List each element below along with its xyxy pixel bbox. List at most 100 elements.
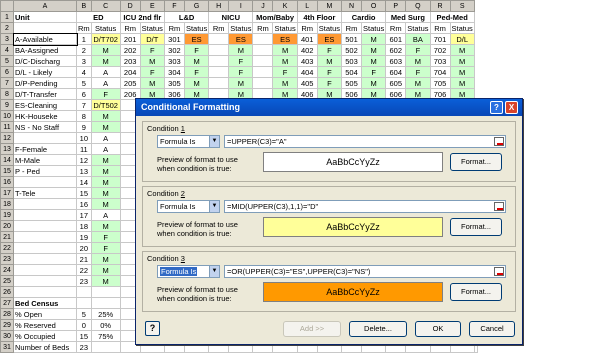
room-cell[interactable]: 504 (341, 66, 362, 78)
status-cell[interactable]: M (139, 77, 165, 89)
status-cell[interactable]: M (360, 55, 387, 67)
room-cell[interactable] (76, 286, 92, 298)
status-subheader[interactable]: Status (316, 22, 343, 34)
status-cell[interactable]: F (316, 66, 343, 78)
department-header[interactable]: ICU 2nd flr (119, 11, 165, 23)
room-cell[interactable]: 19 (76, 231, 92, 243)
cell[interactable] (13, 22, 77, 34)
column-header[interactable]: A (13, 0, 77, 12)
status-cell[interactable]: F (90, 242, 121, 254)
column-header[interactable]: E (139, 0, 165, 12)
room-cell[interactable]: 404 (296, 66, 318, 78)
status-cell[interactable]: M (90, 253, 121, 265)
status-cell[interactable]: ES (228, 33, 254, 45)
row-header[interactable]: 30 (0, 330, 14, 342)
column-header[interactable]: P (385, 0, 407, 12)
unit-label[interactable]: BA-Assigned (13, 44, 77, 56)
room-cell[interactable]: 7 (76, 99, 92, 111)
status-cell[interactable]: M (90, 220, 121, 232)
status-cell[interactable]: F (139, 66, 165, 78)
status-cell[interactable]: M (90, 264, 121, 276)
room-cell[interactable]: 604 (385, 66, 407, 78)
room-cell[interactable]: 502 (341, 44, 362, 56)
room-cell[interactable]: 20 (76, 242, 92, 254)
room-cell[interactable]: 402 (296, 44, 318, 56)
status-cell[interactable]: M (272, 77, 298, 89)
row-header[interactable]: 4 (0, 44, 14, 56)
status-cell[interactable]: A (90, 143, 121, 155)
status-cell[interactable]: F (90, 88, 121, 100)
rm-subheader[interactable]: Rm (208, 22, 230, 34)
row-header[interactable]: 24 (0, 264, 14, 276)
rm-subheader[interactable]: Rm (252, 22, 274, 34)
room-cell[interactable]: 4 (76, 66, 92, 78)
condition-2-format-button[interactable]: Format... (450, 218, 502, 236)
room-cell[interactable]: 302 (163, 44, 185, 56)
status-cell[interactable]: M (449, 44, 475, 56)
row-header[interactable]: 3 (0, 33, 14, 45)
unit-label[interactable]: % Open (13, 308, 77, 320)
room-cell[interactable]: 603 (385, 55, 407, 67)
column-header[interactable]: D (119, 0, 141, 12)
status-cell[interactable]: F (316, 77, 343, 89)
status-cell[interactable]: 25% (90, 308, 121, 320)
unit-label[interactable] (13, 176, 77, 188)
room-cell[interactable]: 501 (341, 33, 362, 45)
titlebar-close-button[interactable]: X (505, 101, 518, 114)
unit-label[interactable]: P - Ped (13, 165, 77, 177)
room-cell[interactable]: 405 (296, 77, 318, 89)
status-cell[interactable]: M (449, 55, 475, 67)
status-subheader[interactable]: Status (183, 22, 210, 34)
column-header[interactable]: H (208, 0, 230, 12)
condition-2-type-select[interactable]: Formula Is ▼ (157, 200, 220, 213)
status-subheader[interactable]: Status (228, 22, 254, 34)
column-header[interactable]: C (90, 0, 121, 12)
department-header[interactable]: Ped-Med (429, 11, 475, 23)
rm-subheader[interactable]: Rm (76, 22, 92, 34)
add-condition-button[interactable]: Add >> (283, 321, 341, 337)
status-cell[interactable]: M (272, 44, 298, 56)
room-cell[interactable]: 201 (119, 33, 141, 45)
room-cell[interactable]: 601 (385, 33, 407, 45)
room-cell[interactable]: 301 (163, 33, 185, 45)
room-cell[interactable]: 401 (296, 33, 318, 45)
room-cell[interactable]: 23 (76, 341, 92, 353)
room-cell[interactable]: 23 (76, 275, 92, 287)
ok-button[interactable]: OK (415, 321, 461, 337)
department-header[interactable]: L&D (163, 11, 210, 23)
status-cell[interactable]: A (90, 66, 121, 78)
row-header[interactable]: 1 (0, 11, 14, 23)
unit-label[interactable]: NS - No Staff (13, 121, 77, 133)
status-subheader[interactable]: Status (360, 22, 387, 34)
status-cell[interactable]: M (90, 55, 121, 67)
column-header[interactable]: G (183, 0, 210, 12)
status-cell[interactable]: A (90, 77, 121, 89)
row-header[interactable]: 31 (0, 341, 14, 353)
status-subheader[interactable]: Status (405, 22, 431, 34)
status-cell[interactable]: M (360, 44, 387, 56)
room-cell[interactable]: 6 (76, 88, 92, 100)
status-cell[interactable]: F (405, 66, 431, 78)
department-header[interactable]: ED (76, 11, 121, 23)
cancel-button[interactable]: Cancel (469, 321, 515, 337)
room-cell[interactable]: 605 (385, 77, 407, 89)
column-header[interactable]: J (252, 0, 274, 12)
status-cell[interactable]: M (360, 77, 387, 89)
condition-1-format-button[interactable]: Format... (450, 153, 502, 171)
row-header[interactable]: 9 (0, 99, 14, 111)
status-cell[interactable]: M (405, 55, 431, 67)
status-cell[interactable]: ES (316, 33, 343, 45)
row-header[interactable]: 12 (0, 132, 14, 144)
row-header[interactable]: 22 (0, 242, 14, 254)
room-cell[interactable]: 704 (429, 66, 451, 78)
status-cell[interactable] (90, 341, 121, 353)
status-cell[interactable]: M (90, 176, 121, 188)
status-cell[interactable]: 0% (90, 319, 121, 331)
room-cell[interactable]: 1 (76, 33, 92, 45)
unit-label[interactable] (13, 231, 77, 243)
room-cell[interactable] (76, 297, 92, 309)
room-cell[interactable]: 10 (76, 132, 92, 144)
unit-label[interactable] (13, 242, 77, 254)
column-header[interactable]: F (163, 0, 185, 12)
status-cell[interactable]: M (90, 44, 121, 56)
